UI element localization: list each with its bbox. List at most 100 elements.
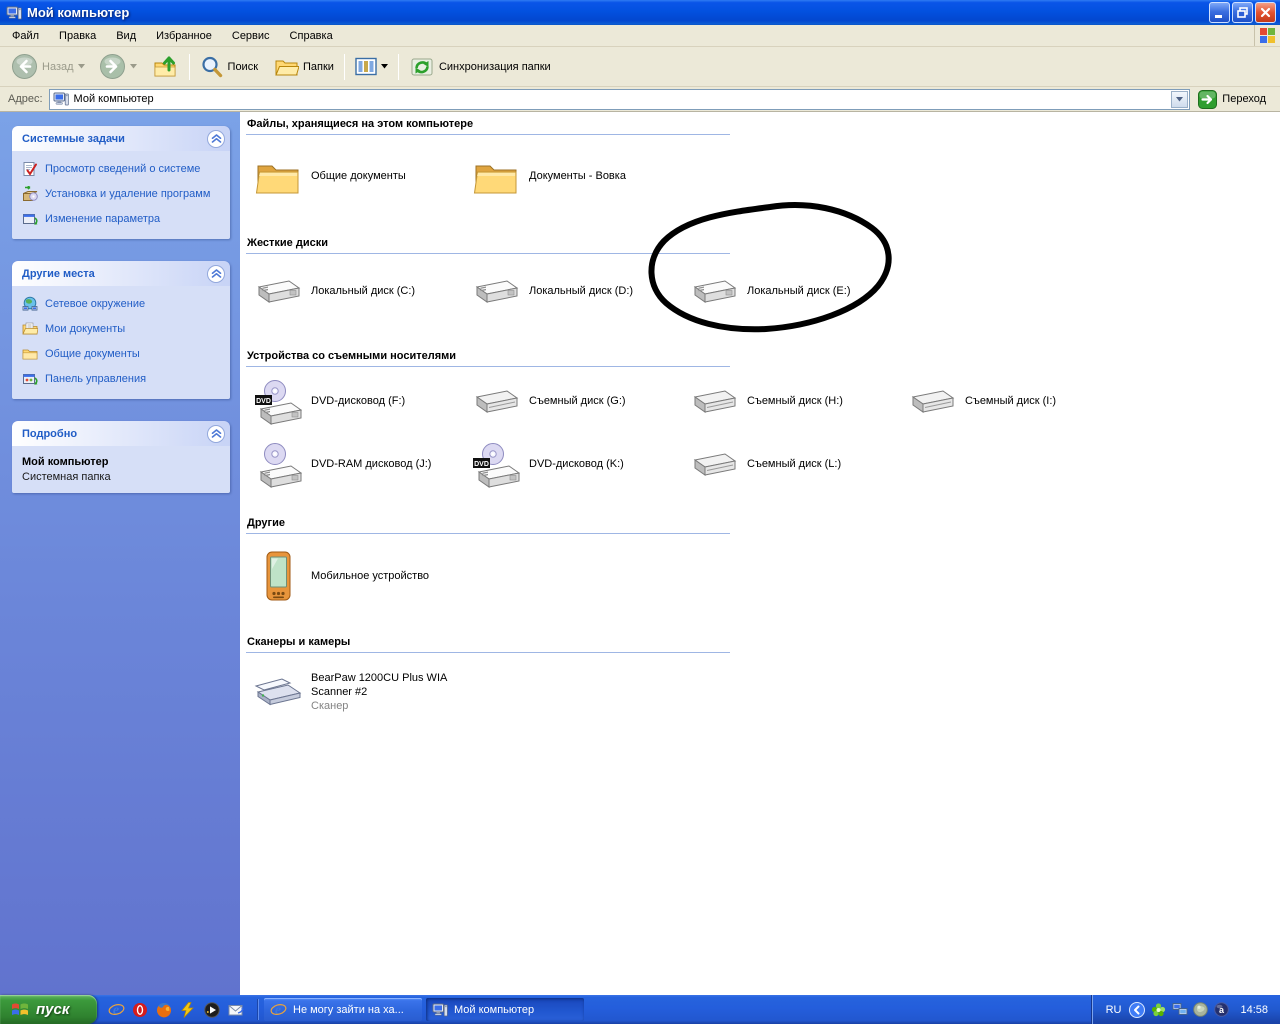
- sidebar-item[interactable]: Сетевое окружение: [22, 296, 222, 312]
- file-item-text: DVD-дисковод (F:): [311, 395, 405, 409]
- file-item[interactable]: Локальный диск (E:): [690, 264, 908, 320]
- folders-button[interactable]: Папки: [269, 52, 339, 82]
- up-button[interactable]: [148, 51, 184, 83]
- sidebar-item[interactable]: Общие документы: [22, 346, 222, 362]
- file-item-text: Локальный диск (E:): [747, 285, 851, 299]
- file-item[interactable]: Съемный диск (I:): [908, 377, 1126, 427]
- sidebar-item-label: Сетевое окружение: [45, 296, 145, 311]
- download-master-icon[interactable]: [180, 1002, 197, 1018]
- menu-item-help[interactable]: Справка: [280, 27, 343, 45]
- icq-icon[interactable]: [1151, 1002, 1167, 1017]
- taskbar-task-label: Не могу зайти на ха...: [293, 1004, 404, 1016]
- address-input[interactable]: Мой компьютер: [49, 89, 1191, 110]
- file-item[interactable]: DVD DVD-дисковод (F:): [254, 377, 472, 427]
- sidebar-panel-other-places: Другие места Сетевое окружение Мои докумен…: [12, 261, 230, 399]
- collapse-chevron-icon[interactable]: [207, 425, 225, 443]
- sidebar-panel-header-details[interactable]: Подробно: [12, 421, 230, 446]
- section-divider: [246, 533, 730, 534]
- address-dropdown-button[interactable]: [1171, 91, 1188, 108]
- collapse-chevron-icon[interactable]: [207, 265, 225, 283]
- restore-button[interactable]: [1232, 2, 1253, 23]
- sidebar-item[interactable]: Просмотр сведений о системе: [22, 161, 222, 177]
- file-item[interactable]: Локальный диск (D:): [472, 264, 690, 320]
- section-divider: [246, 652, 730, 653]
- start-button[interactable]: пуск: [0, 995, 97, 1024]
- section-scanners-cameras: Сканеры и камерыBearPaw 1200CU Plus WIA …: [246, 634, 1280, 721]
- sync-folder-button[interactable]: Синхронизация папки: [404, 51, 556, 83]
- forward-button[interactable]: [94, 50, 142, 83]
- file-item-label: Съемный диск (L:): [747, 458, 841, 472]
- views-button[interactable]: [350, 54, 393, 80]
- minimize-button[interactable]: [1209, 2, 1230, 23]
- sidebar-panel-header-other-places[interactable]: Другие места: [12, 261, 230, 286]
- network-tray-icon[interactable]: [1172, 1002, 1188, 1017]
- section-hard-disks: Жесткие дискиЛокальный диск (C:)Локальны…: [246, 235, 1280, 320]
- file-item[interactable]: BearPaw 1200CU Plus WIA Scanner #2Сканер: [254, 663, 472, 721]
- start-label: пуск: [36, 1001, 69, 1018]
- svg-text:DVD: DVD: [256, 398, 271, 405]
- item-row: DVDDVD-дисковод (F:)Съемный диск (G:)Съе…: [254, 377, 1280, 427]
- media-player-icon[interactable]: [204, 1002, 221, 1018]
- taskbar-task-button[interactable]: e Не могу зайти на ха...: [264, 998, 422, 1021]
- file-item-label: Общие документы: [311, 170, 406, 184]
- hide-icons-icon[interactable]: [1129, 1002, 1145, 1018]
- sidebar-panel-header-system-tasks[interactable]: Системные задачи: [12, 126, 230, 151]
- mail-icon[interactable]: [228, 1003, 245, 1017]
- dvd-drive-icon: DVD: [472, 441, 520, 489]
- folder-icon: [472, 153, 520, 201]
- add-remove-programs-icon: [22, 186, 38, 202]
- file-item[interactable]: Мобильное устройство: [254, 544, 472, 610]
- agent-icon[interactable]: [1193, 1002, 1209, 1017]
- dvd-drive-icon: DVD: [254, 378, 302, 426]
- item-row: BearPaw 1200CU Plus WIA Scanner #2Сканер: [254, 663, 1280, 721]
- title-bar: Мой компьютер: [0, 0, 1280, 25]
- file-item-text: DVD-RAM дисковод (J:): [311, 458, 431, 472]
- file-item[interactable]: Общие документы: [254, 145, 472, 209]
- collapse-chevron-icon[interactable]: [207, 130, 225, 148]
- opera-icon[interactable]: [132, 1002, 149, 1018]
- address-location-icon: [53, 91, 69, 107]
- details-item-name: Мой компьютер: [22, 456, 222, 468]
- taskbar-clock: 14:58: [1240, 1004, 1268, 1016]
- file-item-label: DVD-RAM дисковод (J:): [311, 458, 431, 472]
- file-item[interactable]: DVD-RAM дисковод (J:): [254, 437, 472, 493]
- toolbar: Назад Поиск Папки Синхронизация папки: [0, 47, 1280, 87]
- menu-item-edit[interactable]: Правка: [49, 27, 106, 45]
- file-item[interactable]: Локальный диск (C:): [254, 264, 472, 320]
- folder-content-view: Файлы, хранящиеся на этом компьютереОбщи…: [240, 112, 1280, 995]
- file-item[interactable]: DVDDVD-дисковод (K:): [472, 437, 690, 493]
- folders-label: Папки: [303, 61, 334, 73]
- sidebar-item[interactable]: Изменение параметра: [22, 211, 222, 227]
- quick-launch: e: [97, 1001, 254, 1018]
- sidebar-panel-title: Другие места: [22, 268, 95, 280]
- sidebar-item[interactable]: Панель управления: [22, 371, 222, 387]
- back-button[interactable]: Назад: [6, 50, 90, 83]
- menu-item-view[interactable]: Вид: [106, 27, 146, 45]
- item-row: Локальный диск (C:) Локальный диск (D:) Ло…: [254, 264, 1280, 320]
- file-item[interactable]: Съемный диск (H:): [690, 377, 908, 427]
- explorer-main: Системные задачи Просмотр сведений о сист…: [0, 112, 1280, 995]
- firefox-icon[interactable]: [156, 1002, 173, 1018]
- control-panel-icon: [22, 371, 38, 387]
- section-title-removable-devices: Устройства со съемными носителями: [246, 348, 1280, 366]
- file-item[interactable]: Съемный диск (G:): [472, 377, 690, 427]
- ie-icon[interactable]: e: [108, 1001, 125, 1018]
- views-icon: [355, 57, 377, 77]
- file-item-label: Локальный диск (D:): [529, 285, 633, 299]
- taskbar-task-button[interactable]: Мой компьютер: [426, 998, 584, 1021]
- menu-item-tools[interactable]: Сервис: [222, 27, 280, 45]
- sidebar-item[interactable]: Установка и удаление программ: [22, 186, 222, 202]
- file-item[interactable]: Документы - Вовка: [472, 145, 690, 209]
- removable-disk-icon: [472, 378, 520, 426]
- search-button[interactable]: Поиск: [195, 52, 263, 82]
- language-indicator[interactable]: RU: [1106, 1004, 1122, 1016]
- close-button[interactable]: [1255, 2, 1276, 23]
- file-item[interactable]: Съемный диск (L:): [690, 437, 908, 493]
- menu-item-file[interactable]: Файл: [2, 27, 49, 45]
- ie-icon: e: [270, 1001, 287, 1018]
- menu-item-favorites[interactable]: Избранное: [146, 27, 222, 45]
- sidebar-item[interactable]: Мои документы: [22, 321, 222, 337]
- address-bar: Адрес: Мой компьютер Переход: [0, 87, 1280, 112]
- go-button[interactable]: Переход: [1198, 90, 1266, 109]
- antivirus-icon[interactable]: a: [1214, 1002, 1230, 1017]
